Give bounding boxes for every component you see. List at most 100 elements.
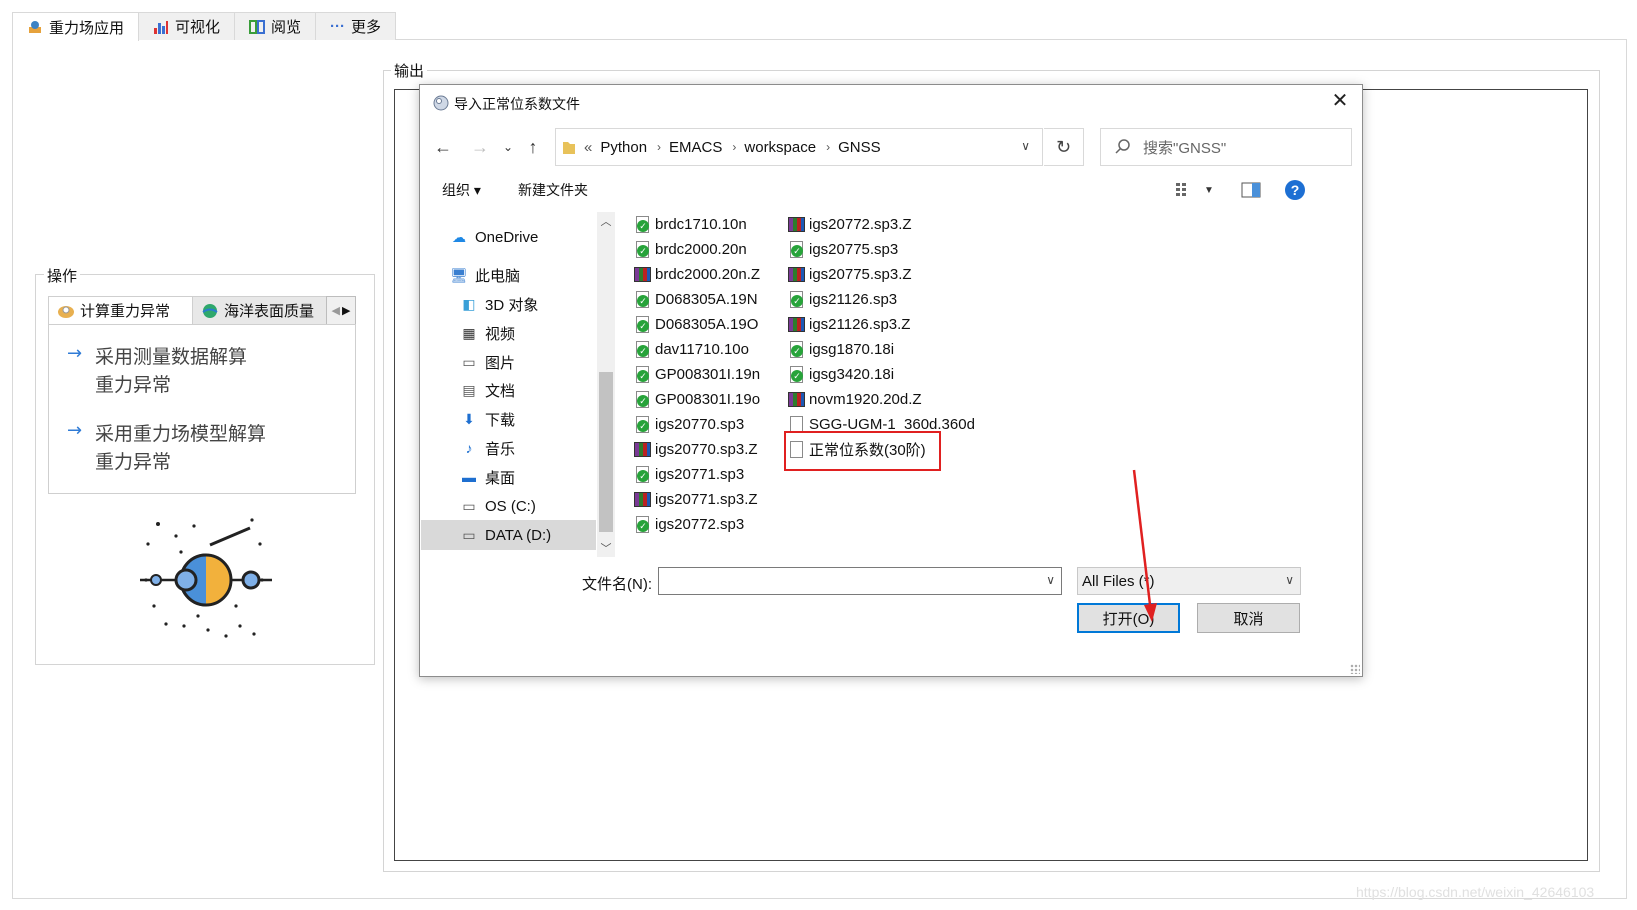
nav-item-label: 此电脑 — [475, 267, 521, 285]
file-name: igs20772.sp3 — [655, 516, 745, 533]
cancel-button[interactable]: 取消 — [1197, 603, 1300, 633]
tab-more[interactable]: ··· 更多 — [315, 12, 397, 40]
tab-scroll-buttons[interactable]: ◀ ▶ — [326, 296, 356, 325]
link-solve-by-measurement[interactable]: → 采用测量数据解算 重力异常 — [67, 343, 285, 399]
breadcrumb-item[interactable]: Python — [600, 139, 647, 156]
breadcrumb-overflow[interactable]: « — [584, 139, 592, 156]
nav-item[interactable]: ♪ 音乐 — [421, 433, 596, 463]
desktop-icon: ▬ — [462, 469, 476, 485]
chevron-down-icon[interactable]: ∨ — [1021, 139, 1030, 153]
help-button[interactable]: ? — [1284, 177, 1306, 203]
file-name: D068305A.19O — [655, 316, 759, 333]
operation-tab-panel: → 采用测量数据解算 重力异常 → 采用重力场模型解算 重力异常 — [48, 324, 356, 494]
file-item[interactable]: igs20772.sp3.Z — [788, 212, 912, 237]
new-folder-button[interactable]: 新建文件夹 — [518, 177, 588, 203]
file-item[interactable]: novm1920.20d.Z — [788, 387, 922, 412]
chevron-down-icon[interactable]: ∨ — [1046, 573, 1055, 587]
chevron-right-icon: › — [732, 140, 737, 154]
documents-icon: ▤ — [462, 381, 476, 398]
dialog-app-icon — [433, 95, 449, 111]
file-item[interactable]: ✓ dav11710.10o — [634, 337, 749, 362]
tab-browse[interactable]: 阅览 — [234, 12, 317, 40]
file-item[interactable]: ✓ brdc2000.20n — [634, 237, 747, 262]
filename-input[interactable]: ∨ — [658, 567, 1062, 595]
file-item[interactable]: igs20775.sp3.Z — [788, 262, 912, 287]
nav-item[interactable]: ▬ 桌面 — [421, 462, 596, 492]
file-name: brdc2000.20n — [655, 241, 747, 258]
scroll-down-icon[interactable]: ﹀ — [597, 539, 615, 557]
nav-item[interactable]: ◧ 3D 对象 — [421, 289, 596, 319]
filetype-select[interactable]: All Files (*) ∨ — [1077, 567, 1301, 595]
search-icon — [1115, 139, 1130, 154]
search-input[interactable]: 搜索"GNSS" — [1100, 128, 1352, 166]
tab-gravity-app[interactable]: 重力场应用 — [12, 12, 140, 41]
nav-item[interactable]: ▭ OS (C:) — [421, 491, 596, 521]
preview-pane-button[interactable] — [1241, 177, 1261, 203]
gravity-app-icon — [29, 21, 41, 33]
file-item[interactable]: ✓ igs20772.sp3 — [634, 512, 744, 537]
file-check-icon: ✓ — [636, 241, 649, 258]
breadcrumb-item[interactable]: GNSS — [838, 139, 881, 156]
file-item[interactable]: ✓ igs20770.sp3 — [634, 412, 744, 437]
forward-icon[interactable]: → — [468, 135, 492, 159]
nav-item[interactable]: ▤ 文档 — [421, 375, 596, 405]
check-badge-icon: ✓ — [637, 345, 649, 357]
nav-item[interactable]: ▭ 图片 — [421, 347, 596, 377]
file-item[interactable]: brdc2000.20n.Z — [634, 262, 760, 287]
dialog-title: 导入正常位系数文件 — [454, 96, 580, 112]
nav-item[interactable]: ▭ DATA (D:) — [421, 520, 596, 550]
file-name: brdc2000.20n.Z — [655, 266, 761, 283]
tab-calc-gravity-anomaly[interactable]: 计算重力异常 — [48, 296, 193, 325]
close-icon[interactable]: ✕ — [1318, 85, 1362, 115]
file-item[interactable]: ✓ brdc1710.10n — [634, 212, 747, 237]
navigation-pane: ☁ OneDrive 🖥 此电脑 ◧ 3D 对象 ▦ 视频 ▭ 图片 ▤ 文档 ⬇ 下载 ♪ 音乐 ▬ 桌面 ▭ OS… — [421, 212, 596, 557]
nav-item[interactable]: ▦ 视频 — [421, 318, 596, 348]
nav-scrollbar[interactable]: ︿ ﹀ — [597, 212, 615, 557]
link-solve-by-model[interactable]: → 采用重力场模型解算 重力异常 — [67, 420, 285, 476]
address-bar[interactable]: « Python › EMACS › workspace › GNSS ∨ — [555, 128, 1043, 166]
scroll-left-icon[interactable]: ◀ — [332, 304, 340, 317]
file-item[interactable]: ✓ igs20775.sp3 — [788, 237, 898, 262]
refresh-icon[interactable]: ↻ — [1044, 128, 1084, 166]
file-item[interactable]: igs20770.sp3.Z — [634, 437, 758, 462]
file-item[interactable]: igs21126.sp3.Z — [788, 312, 910, 337]
back-icon[interactable]: ← — [431, 135, 455, 159]
check-badge-icon: ✓ — [637, 395, 649, 407]
scroll-up-icon[interactable]: ︿ — [597, 212, 615, 230]
chevron-right-icon: › — [826, 140, 831, 154]
file-item[interactable]: ✓ D068305A.19N — [634, 287, 758, 312]
file-check-icon: ✓ — [636, 341, 649, 358]
chevron-down-icon[interactable]: ∨ — [1285, 573, 1294, 587]
scroll-thumb[interactable] — [599, 372, 613, 532]
planet-illustration — [140, 518, 272, 638]
preview-pane-icon — [1241, 182, 1261, 198]
file-item[interactable]: ✓ D068305A.19O — [634, 312, 758, 337]
recent-locations-icon[interactable]: ⌄ — [496, 135, 520, 159]
breadcrumb-item[interactable]: EMACS — [669, 139, 722, 156]
bar-chart-icon — [154, 20, 169, 34]
file-item[interactable]: ✓ GP008301I.19o — [634, 387, 760, 412]
file-item[interactable]: ✓ GP008301I.19n — [634, 362, 760, 387]
nav-item[interactable]: 🖥 此电脑 — [421, 260, 596, 290]
file-item[interactable]: ✓ igs20771.sp3 — [634, 462, 744, 487]
tab-visualize[interactable]: 可视化 — [138, 12, 236, 40]
nav-item[interactable]: ⬇ 下载 — [421, 404, 596, 434]
tab-ocean-surface-mass[interactable]: 海洋表面质量 — [192, 296, 328, 325]
3d-objects-icon: ◧ — [462, 295, 476, 312]
view-options-button[interactable]: ▼ — [1176, 177, 1214, 203]
resize-grip-icon[interactable] — [1350, 664, 1360, 674]
file-item[interactable]: ✓ igs21126.sp3 — [788, 287, 897, 312]
nav-item[interactable]: ☁ OneDrive — [421, 222, 596, 252]
check-badge-icon: ✓ — [637, 245, 649, 257]
file-name: igs20775.sp3 — [809, 241, 899, 258]
tab-label: 更多 — [351, 19, 382, 36]
file-item[interactable]: ✓ igsg3420.18i — [788, 362, 894, 387]
file-item[interactable]: igs20771.sp3.Z — [634, 487, 758, 512]
breadcrumb-item[interactable]: workspace — [744, 139, 816, 156]
folder-icon — [563, 142, 575, 154]
organize-button[interactable]: 组织 ▾ — [442, 177, 481, 203]
up-icon[interactable]: ↑ — [521, 135, 545, 159]
more-dots-icon: ··· — [330, 18, 346, 35]
file-item[interactable]: ✓ igsg1870.18i — [788, 337, 894, 362]
scroll-right-icon[interactable]: ▶ — [342, 304, 350, 317]
